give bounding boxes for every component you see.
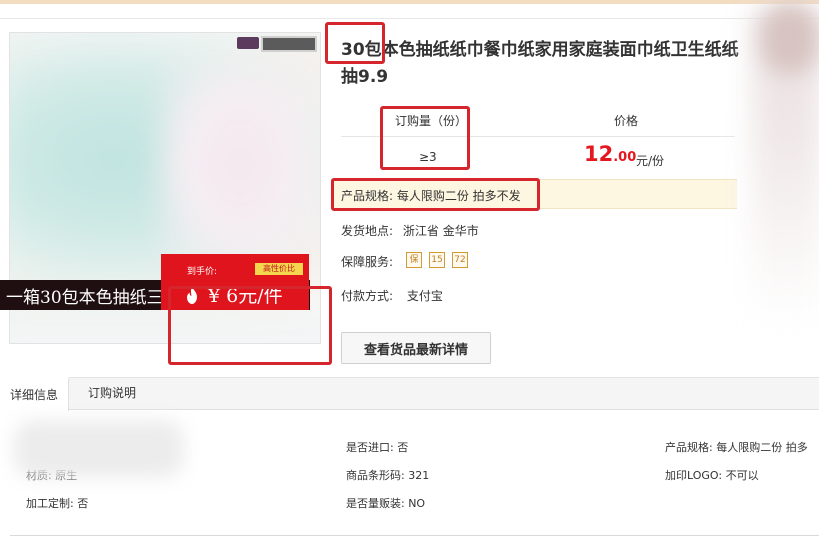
- annotation-title-highlight: [325, 22, 385, 64]
- shipping-value: 浙江省 金华市: [402, 224, 479, 238]
- price-unit: 元/份: [636, 154, 665, 168]
- attr-bulk: 是否量贩装: NO: [346, 497, 426, 510]
- payment-label: 付款方式:: [341, 289, 394, 303]
- top-stripe: [0, 0, 819, 4]
- payment-row: 付款方式: 支付宝: [341, 287, 443, 304]
- attr-custom-processing: 加工定制: 否: [26, 497, 89, 510]
- guarantee-label: 保障服务:: [341, 255, 394, 269]
- annotation-spec-highlight: [331, 178, 540, 211]
- tab-order-instructions[interactable]: 订购说明: [78, 377, 146, 411]
- guarantee-icon-72[interactable]: 72: [452, 252, 468, 268]
- guarantee-icon-bao[interactable]: 保: [406, 252, 422, 268]
- attr-spec: 产品规格: 每人限购二份 拍多: [665, 441, 808, 454]
- hand-price-label: 到手价:: [187, 267, 218, 277]
- payment-value: 支付宝: [406, 289, 443, 303]
- bottom-divider: [10, 535, 819, 536]
- price-integer: 12: [584, 142, 614, 166]
- side-avatar-blurred: [762, 4, 818, 74]
- price-column-header: 价格: [614, 114, 639, 128]
- tab-details[interactable]: 详细信息: [0, 377, 70, 411]
- attr-imported: 是否进口: 否: [346, 441, 409, 454]
- product-title: 30包本色抽纸纸巾餐巾纸家用家庭装面巾纸卫生纸纸抽9.9: [341, 40, 739, 87]
- guarantee-icon-15[interactable]: 15: [429, 252, 445, 268]
- value-tag: 高性价比: [255, 263, 303, 275]
- shipping-label: 发货地点:: [341, 224, 394, 238]
- product-image-highlight: [160, 63, 320, 263]
- gallery-banner-text: 一箱30包本色抽纸三层: [6, 288, 181, 308]
- annotation-hand-price-highlight: [168, 286, 332, 365]
- gallery-thumbnail[interactable]: [237, 37, 259, 49]
- attr-barcode: 商品条形码: 321: [346, 469, 430, 482]
- annotation-qty-highlight: [380, 106, 470, 170]
- price-decimal: .00: [613, 150, 637, 165]
- gallery-thumbnail-selected[interactable]: [261, 36, 317, 52]
- view-latest-details-button[interactable]: 查看货品最新详情: [341, 332, 491, 364]
- attributes-blurred: [14, 420, 184, 478]
- attr-logo: 加印LOGO: 不可以: [665, 469, 759, 482]
- top-divider: [0, 18, 819, 19]
- price-value: 12.00: [584, 142, 636, 166]
- shipping-row: 发货地点: 浙江省 金华市: [341, 222, 479, 239]
